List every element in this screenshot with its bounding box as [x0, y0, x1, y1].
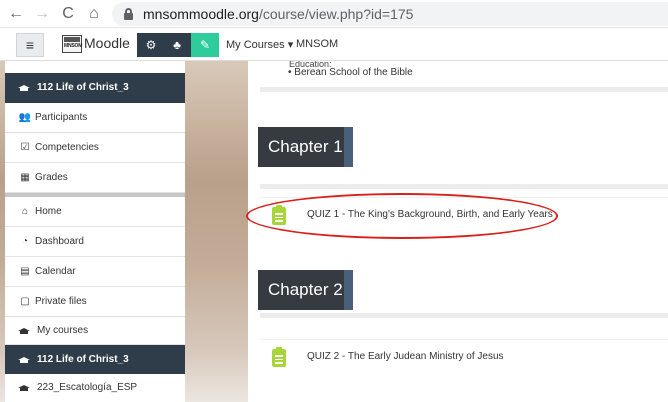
graduation-cap-icon: [18, 328, 31, 334]
sidebar-item-participants[interactable]: 👥 Participants: [5, 103, 185, 133]
sitemap-button[interactable]: ♣: [163, 33, 191, 57]
activity-quiz-1[interactable]: QUIZ 1 - The King's Background, Birth, a…: [260, 197, 668, 233]
site-logo[interactable]: MNSOM: [62, 35, 82, 53]
menu-toggle-button[interactable]: ≡: [16, 33, 44, 57]
settings-button[interactable]: ⚙: [137, 33, 165, 57]
checkbox-icon: ☑: [20, 142, 30, 153]
back-button[interactable]: ←: [6, 4, 26, 24]
activity-link[interactable]: QUIZ 1 - The King's Background, Birth, a…: [307, 209, 553, 220]
section-title-chapter-1: Chapter 1: [258, 127, 353, 167]
my-courses-menu[interactable]: My Courses ▾: [226, 38, 293, 51]
nav-drawer: 112 Life of Christ_3 👥 Participants ☑ Comp…: [5, 61, 185, 402]
sidebar-item-dashboard[interactable]: ◔ Dashboard: [5, 227, 185, 257]
file-icon: ▢: [20, 296, 30, 307]
section-divider: [260, 184, 668, 189]
address-bar[interactable]: mnsommoodle.org/course/view.php?id=175: [112, 2, 668, 26]
calendar-icon: ▤: [20, 266, 30, 277]
table-icon: ▦: [20, 172, 30, 183]
sidebar-item-grades[interactable]: ▦ Grades: [5, 163, 185, 193]
home-button[interactable]: ⌂: [84, 4, 104, 24]
moodle-navbar: ≡ MNSOM Moodle ⚙ ♣ ✎ My Courses ▾ MNSOM: [0, 29, 668, 61]
sidebar-item-active-course[interactable]: 112 Life of Christ_3: [5, 345, 185, 374]
graduation-cap-icon: [18, 85, 31, 91]
activity-quiz-2[interactable]: QUIZ 2 - The Early Judean Ministry of Je…: [260, 339, 668, 375]
sidebar-item-competencies[interactable]: ☑ Competencies: [5, 133, 185, 163]
reload-button[interactable]: C: [58, 4, 78, 24]
section-title-chapter-2: Chapter 2: [258, 270, 353, 310]
sidebar-course-title[interactable]: 112 Life of Christ_3: [5, 73, 185, 103]
quiz-icon: [272, 347, 286, 367]
course-content: Education: • Berean School of the Bible …: [248, 61, 668, 402]
activity-link[interactable]: QUIZ 2 - The Early Judean Ministry of Je…: [307, 351, 504, 362]
forward-button[interactable]: →: [32, 4, 52, 24]
brand-name[interactable]: Moodle: [84, 35, 130, 51]
quiz-icon: [272, 205, 286, 225]
section-divider: [260, 313, 668, 318]
edit-mode-button[interactable]: ✎: [191, 33, 219, 57]
sidebar-item-my-courses[interactable]: My courses: [5, 317, 185, 345]
site-link[interactable]: MNSOM: [296, 38, 338, 50]
graduation-cap-icon: [18, 357, 31, 363]
sidebar-item-course-escatologia[interactable]: 223_Escatología_ESP: [5, 374, 185, 402]
graduation-cap-icon: [18, 385, 31, 391]
lock-icon: [124, 8, 133, 20]
sidebar-item-calendar[interactable]: ▤ Calendar: [5, 257, 185, 287]
browser-toolbar: ← → C ⌂ mnsommoodle.org/course/view.php?…: [0, 0, 668, 28]
url-text: mnsommoodle.org/course/view.php?id=175: [143, 6, 414, 22]
users-icon: 👥: [18, 112, 32, 123]
home-icon: ⌂: [21, 206, 29, 217]
list-item: • Berean School of the Bible: [288, 67, 413, 78]
sidebar-item-private-files[interactable]: ▢ Private files: [5, 287, 185, 317]
dashboard-icon: ◔: [21, 236, 29, 247]
sidebar-item-home[interactable]: ⌂ Home: [5, 197, 185, 227]
section-divider: [260, 87, 668, 92]
